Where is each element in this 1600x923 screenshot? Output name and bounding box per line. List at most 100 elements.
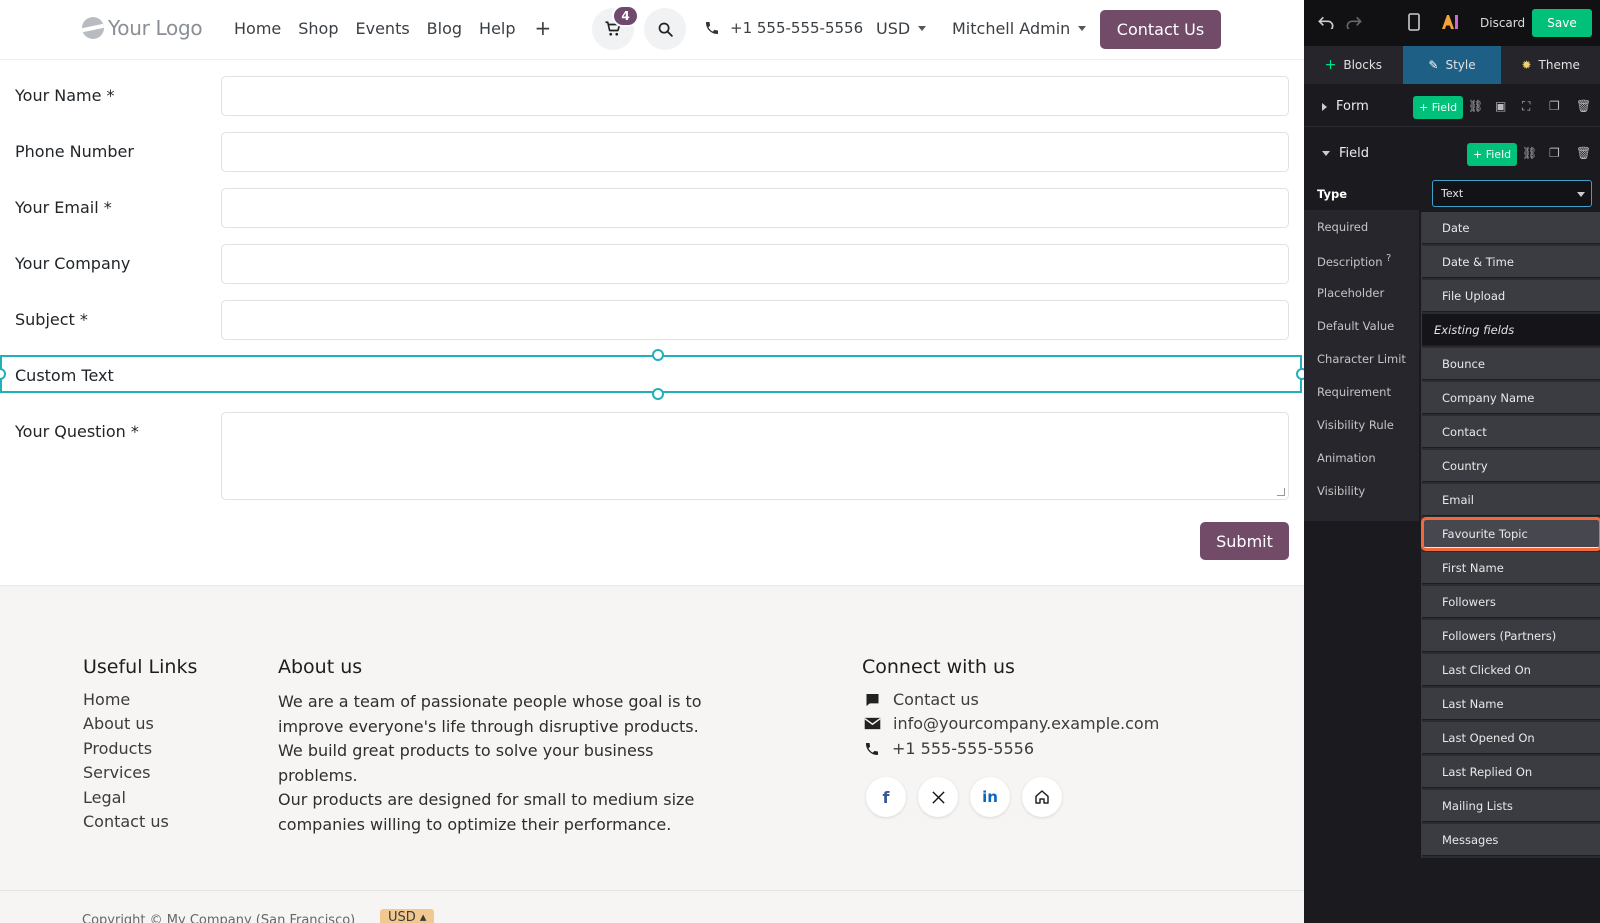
question-textarea[interactable] <box>221 412 1289 500</box>
dropdown-option-followers-partners[interactable]: Followers (Partners) <box>1422 620 1600 652</box>
currency-pill[interactable]: USD ▴ <box>380 909 435 923</box>
dropdown-option-file-upload[interactable]: File Upload <box>1422 280 1600 312</box>
dropdown-option-followers[interactable]: Followers <box>1422 586 1600 618</box>
nav-link-home[interactable]: Home <box>234 19 281 40</box>
chevron-down-icon <box>918 26 927 31</box>
dropdown-option-first-name[interactable]: First Name <box>1422 552 1600 584</box>
ai-icon[interactable] <box>1440 13 1460 31</box>
footer-link-legal[interactable]: Legal <box>83 788 126 807</box>
save-icon[interactable]: ▣ <box>1495 99 1509 113</box>
prop-description: Description ? <box>1317 253 1391 269</box>
dropdown-option-email[interactable]: Email <box>1422 484 1600 516</box>
dropdown-option-favourite-topic[interactable]: Favourite Topic <box>1421 517 1600 551</box>
footer-link-contact[interactable]: Contact us <box>83 812 169 831</box>
resize-handle-right[interactable] <box>1296 368 1304 380</box>
tab-theme[interactable]: ✹ Theme <box>1501 46 1600 84</box>
about-paragraph-1: We are a team of passionate people whose… <box>278 692 702 785</box>
tab-style[interactable]: ✎ Style <box>1402 46 1502 84</box>
phone-icon <box>706 22 718 34</box>
dropdown-option-country[interactable]: Country <box>1422 450 1600 482</box>
subject-input[interactable] <box>221 300 1289 340</box>
mobile-preview-icon[interactable] <box>1408 13 1420 31</box>
currency-dropdown[interactable]: USD <box>876 19 927 38</box>
expand-icon[interactable]: ⛶ <box>1522 99 1536 113</box>
phone-icon <box>866 742 878 755</box>
connect-phone-link[interactable]: +1 555-555-5556 <box>864 739 1034 758</box>
nav-links: Home Shop Events Blog Help + <box>234 16 552 40</box>
nav-link-help[interactable]: Help <box>479 19 515 40</box>
contact-us-button[interactable]: Contact Us <box>1100 10 1221 49</box>
x-button[interactable] <box>918 777 958 817</box>
footer-link-about[interactable]: About us <box>83 714 154 733</box>
user-name: Mitchell Admin <box>952 19 1071 38</box>
nav-phone[interactable]: +1 555-555-5556 <box>704 19 863 37</box>
dropdown-option-bounce[interactable]: Bounce <box>1422 348 1600 380</box>
search-button[interactable] <box>644 8 686 50</box>
duplicate-icon[interactable]: ❐ <box>1549 99 1563 113</box>
dropdown-option-mailing-lists[interactable]: Mailing Lists <box>1422 790 1600 822</box>
field-section-header[interactable]: Field + Field ⛓ ❐ 🗑 <box>1304 134 1600 174</box>
footer-link-services[interactable]: Services <box>83 763 150 782</box>
dropdown-option-last-name[interactable]: Last Name <box>1422 688 1600 720</box>
selected-field-outline <box>0 355 1302 393</box>
field-section-title: Field <box>1322 146 1369 161</box>
trash-icon[interactable]: 🗑 <box>1576 146 1591 160</box>
site-logo[interactable]: Your Logo <box>82 16 203 40</box>
footer-link-home[interactable]: Home <box>83 690 130 709</box>
trash-icon[interactable]: 🗑 <box>1576 99 1591 113</box>
nav-add-icon[interactable]: + <box>535 16 552 40</box>
form-section-header[interactable]: Form + Field ⛓ ▣ ⛶ ❐ 🗑 <box>1304 87 1600 127</box>
form-add-field-button[interactable]: + Field <box>1413 96 1464 119</box>
nav-link-shop[interactable]: Shop <box>298 19 338 40</box>
footer-link-products[interactable]: Products <box>83 739 152 758</box>
dropdown-option-date[interactable]: Date <box>1422 212 1600 244</box>
company-input[interactable] <box>221 244 1289 284</box>
prop-character-limit: Character Limit <box>1317 352 1406 366</box>
tab-blocks[interactable]: + Blocks <box>1304 46 1403 84</box>
connect-contact-link[interactable]: Contact us <box>864 690 979 709</box>
dropdown-option-messages[interactable]: Messages <box>1422 824 1600 856</box>
prop-requirement: Requirement <box>1317 385 1391 399</box>
facebook-button[interactable]: f <box>866 777 906 817</box>
submit-button[interactable]: Submit <box>1200 522 1289 560</box>
help-icon[interactable]: ? <box>1386 253 1391 264</box>
redo-icon[interactable] <box>1346 15 1362 29</box>
linkedin-button[interactable]: in <box>970 777 1010 817</box>
link-icon[interactable]: ⛓ <box>1522 146 1537 160</box>
save-button[interactable]: Save <box>1532 9 1592 37</box>
prop-visibility-rule: Visibility Rule <box>1317 418 1394 432</box>
user-menu[interactable]: Mitchell Admin <box>952 19 1087 38</box>
resize-grip-icon[interactable] <box>1277 488 1285 496</box>
tab-blocks-label: Blocks <box>1343 58 1383 72</box>
dropdown-option-last-replied-on[interactable]: Last Replied On <box>1422 756 1600 788</box>
resize-handle-bottom[interactable] <box>652 388 664 400</box>
prop-required: Required <box>1317 220 1369 234</box>
link-icon[interactable]: ⛓ <box>1468 99 1483 113</box>
dropdown-option-contact[interactable]: Contact <box>1422 416 1600 448</box>
name-input[interactable] <box>221 76 1289 116</box>
logo-icon <box>82 17 104 39</box>
resize-handle-top[interactable] <box>652 349 664 361</box>
connect-title: Connect with us <box>862 656 1015 678</box>
editor-tabs: + Blocks ✎ Style ✹ Theme <box>1304 46 1600 84</box>
email-input[interactable] <box>221 188 1289 228</box>
undo-icon[interactable] <box>1318 15 1334 29</box>
phone-input[interactable] <box>221 132 1289 172</box>
dropdown-option-date-time[interactable]: Date & Time <box>1422 246 1600 278</box>
field-add-field-button[interactable]: + Field <box>1467 143 1518 166</box>
connect-email-link[interactable]: info@yourcompany.example.com <box>864 714 1159 733</box>
nav-link-events[interactable]: Events <box>356 19 410 40</box>
prop-animation: Animation <box>1317 451 1376 465</box>
discard-button[interactable]: Discard <box>1480 16 1525 30</box>
type-select[interactable]: Text <box>1432 180 1592 207</box>
dropdown-option-last-clicked-on[interactable]: Last Clicked On <box>1422 654 1600 686</box>
brush-icon: ✎ <box>1428 58 1439 72</box>
duplicate-icon[interactable]: ❐ <box>1549 146 1563 160</box>
home-social-button[interactable] <box>1022 777 1062 817</box>
dropdown-option-last-opened-on[interactable]: Last Opened On <box>1422 722 1600 754</box>
dropdown-option-company-name[interactable]: Company Name <box>1422 382 1600 414</box>
prop-placeholder: Placeholder <box>1317 286 1385 300</box>
website-canvas: Your Logo Home Shop Events Blog Help + 4… <box>0 0 1304 923</box>
prop-visibility: Visibility <box>1317 484 1366 498</box>
nav-link-blog[interactable]: Blog <box>427 19 462 40</box>
